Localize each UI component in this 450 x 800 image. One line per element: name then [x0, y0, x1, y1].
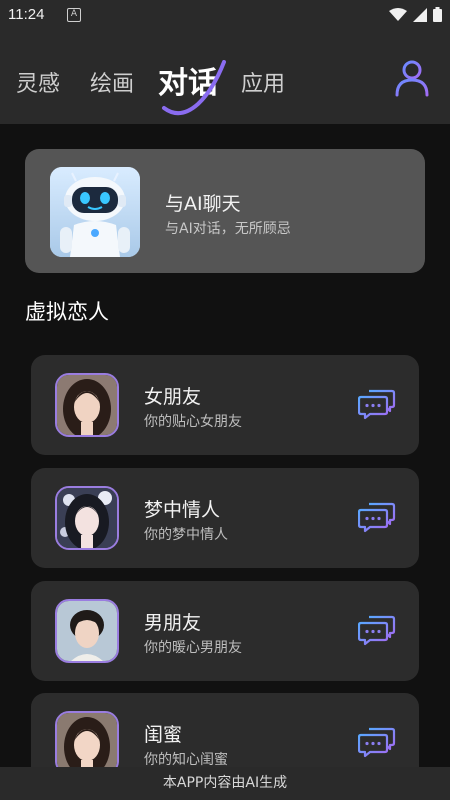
girlfriend-avatar — [55, 373, 119, 437]
chat-bubble-icon[interactable] — [358, 387, 396, 421]
lover-name: 女朋友 — [144, 386, 202, 408]
section-title: 虚拟恋人 — [25, 300, 109, 324]
ai-disclaimer-footer: 本APP内容由AI生成 — [0, 767, 450, 800]
tab-drawing[interactable]: 绘画 — [90, 66, 134, 98]
battery-icon — [433, 7, 442, 22]
list-item-boyfriend[interactable]: 男朋友 你的暖心男朋友 — [31, 581, 419, 681]
lover-desc: 你的梦中情人 — [144, 527, 228, 543]
status-bar: 11:24 A — [0, 0, 450, 32]
ai-chat-card[interactable]: 与AI聊天 与AI对话，无所顾忌 — [25, 149, 425, 273]
status-icons — [389, 7, 442, 22]
chat-bubble-icon[interactable] — [358, 725, 396, 759]
chat-bubble-icon[interactable] — [358, 613, 396, 647]
lover-name: 男朋友 — [144, 612, 202, 634]
chat-bubble-icon[interactable] — [358, 500, 396, 534]
dream-lover-avatar — [55, 486, 119, 550]
app-screen: 11:24 A 灵感 绘画 对话 应用 与AI聊天 与AI对话，无所顾忌 虚拟恋… — [0, 0, 450, 800]
boyfriend-avatar — [55, 599, 119, 663]
ai-chat-title: 与AI聊天 — [165, 193, 241, 215]
list-item-girlfriend[interactable]: 女朋友 你的贴心女朋友 — [31, 355, 419, 455]
robot-avatar — [50, 167, 140, 257]
lover-desc: 你的知心闺蜜 — [144, 752, 228, 768]
lover-desc: 你的贴心女朋友 — [144, 414, 242, 430]
tab-chat[interactable]: 对话 — [158, 58, 218, 102]
tab-apps[interactable]: 应用 — [241, 66, 285, 98]
list-item-dream-lover[interactable]: 梦中情人 你的梦中情人 — [31, 468, 419, 568]
lover-name: 梦中情人 — [144, 499, 221, 521]
lover-desc: 你的暖心男朋友 — [144, 640, 242, 656]
lover-name: 闺蜜 — [144, 724, 183, 746]
top-nav: 灵感 绘画 对话 应用 — [0, 32, 450, 124]
signal-icon — [413, 7, 427, 22]
user-profile-icon[interactable] — [392, 58, 432, 98]
ai-chat-subtitle: 与AI对话，无所顾忌 — [165, 221, 291, 237]
tab-inspiration[interactable]: 灵感 — [16, 66, 60, 98]
wifi-icon — [389, 7, 407, 21]
status-time: 11:24 — [8, 6, 45, 23]
bestie-avatar — [55, 711, 119, 775]
notification-icon: A — [67, 8, 81, 22]
